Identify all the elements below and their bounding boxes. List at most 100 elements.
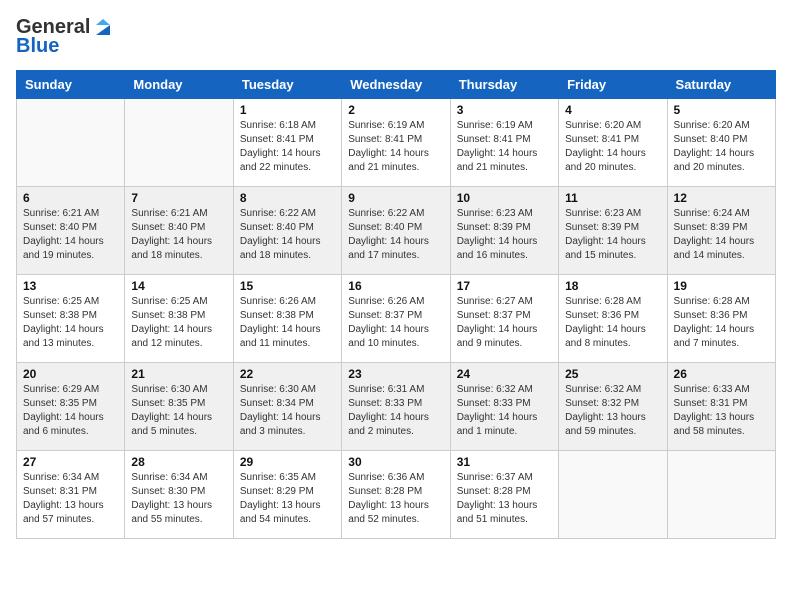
day-number: 21 <box>131 367 226 381</box>
logo-blue-text: Blue <box>16 35 59 58</box>
day-number: 27 <box>23 455 118 469</box>
day-info: Sunrise: 6:25 AMSunset: 8:38 PMDaylight:… <box>23 295 118 351</box>
page-header: General Blue <box>16 16 776 58</box>
calendar-day-cell: 15 Sunrise: 6:26 AMSunset: 8:38 PMDayligh… <box>233 275 341 363</box>
day-number: 6 <box>23 191 118 205</box>
day-number: 22 <box>240 367 335 381</box>
day-info: Sunrise: 6:26 AMSunset: 8:37 PMDaylight:… <box>348 295 443 351</box>
day-info: Sunrise: 6:35 AMSunset: 8:29 PMDaylight:… <box>240 471 335 527</box>
calendar-day-cell <box>125 99 233 187</box>
calendar-week-row: 6 Sunrise: 6:21 AMSunset: 8:40 PMDaylight… <box>17 187 776 275</box>
day-number: 12 <box>674 191 769 205</box>
day-number: 7 <box>131 191 226 205</box>
day-info: Sunrise: 6:23 AMSunset: 8:39 PMDaylight:… <box>457 207 552 263</box>
calendar-day-cell: 8 Sunrise: 6:22 AMSunset: 8:40 PMDaylight… <box>233 187 341 275</box>
day-info: Sunrise: 6:31 AMSunset: 8:33 PMDaylight:… <box>348 383 443 439</box>
calendar-day-cell: 1 Sunrise: 6:18 AMSunset: 8:41 PMDaylight… <box>233 99 341 187</box>
calendar-week-row: 20Sunrise: 6:29 AMSunset: 8:35 PMDayligh… <box>17 363 776 451</box>
day-info: Sunrise: 6:22 AMSunset: 8:40 PMDaylight:… <box>348 207 443 263</box>
day-info: Sunrise: 6:19 AMSunset: 8:41 PMDaylight:… <box>457 119 552 175</box>
calendar-day-cell <box>17 99 125 187</box>
day-info: Sunrise: 6:21 AMSunset: 8:40 PMDaylight:… <box>23 207 118 263</box>
day-info: Sunrise: 6:36 AMSunset: 8:28 PMDaylight:… <box>348 471 443 527</box>
calendar-day-cell: 17 Sunrise: 6:27 AMSunset: 8:37 PMDayligh… <box>450 275 558 363</box>
day-header-thursday: Thursday <box>450 71 558 99</box>
day-info: Sunrise: 6:37 AMSunset: 8:28 PMDaylight:… <box>457 471 552 527</box>
calendar-day-cell: 23 Sunrise: 6:31 AMSunset: 8:33 PMDayligh… <box>342 363 450 451</box>
day-number: 17 <box>457 279 552 293</box>
calendar-day-cell: 18 Sunrise: 6:28 AMSunset: 8:36 PMDayligh… <box>559 275 667 363</box>
calendar-day-cell: 2 Sunrise: 6:19 AMSunset: 8:41 PMDaylight… <box>342 99 450 187</box>
day-info: Sunrise: 6:24 AMSunset: 8:39 PMDaylight:… <box>674 207 769 263</box>
day-number: 14 <box>131 279 226 293</box>
calendar-day-cell: 28Sunrise: 6:34 AMSunset: 8:30 PMDayligh… <box>125 451 233 539</box>
calendar-day-cell: 19Sunrise: 6:28 AMSunset: 8:36 PMDayligh… <box>667 275 775 363</box>
day-header-friday: Friday <box>559 71 667 99</box>
calendar-day-cell: 3 Sunrise: 6:19 AMSunset: 8:41 PMDaylight… <box>450 99 558 187</box>
day-number: 13 <box>23 279 118 293</box>
calendar-day-cell: 12 Sunrise: 6:24 AMSunset: 8:39 PMDayligh… <box>667 187 775 275</box>
calendar-day-cell: 29 Sunrise: 6:35 AMSunset: 8:29 PMDayligh… <box>233 451 341 539</box>
day-number: 29 <box>240 455 335 469</box>
day-info: Sunrise: 6:23 AMSunset: 8:39 PMDaylight:… <box>565 207 660 263</box>
day-number: 8 <box>240 191 335 205</box>
day-number: 2 <box>348 103 443 117</box>
day-info: Sunrise: 6:26 AMSunset: 8:38 PMDaylight:… <box>240 295 335 351</box>
day-info: Sunrise: 6:27 AMSunset: 8:37 PMDaylight:… <box>457 295 552 351</box>
calendar-day-cell: 26Sunrise: 6:33 AMSunset: 8:31 PMDayligh… <box>667 363 775 451</box>
day-number: 5 <box>674 103 769 117</box>
day-number: 10 <box>457 191 552 205</box>
day-header-monday: Monday <box>125 71 233 99</box>
day-info: Sunrise: 6:32 AMSunset: 8:33 PMDaylight:… <box>457 383 552 439</box>
day-info: Sunrise: 6:20 AMSunset: 8:40 PMDaylight:… <box>674 119 769 175</box>
calendar-day-cell: 31Sunrise: 6:37 AMSunset: 8:28 PMDayligh… <box>450 451 558 539</box>
calendar-week-row: 1 Sunrise: 6:18 AMSunset: 8:41 PMDaylight… <box>17 99 776 187</box>
day-info: Sunrise: 6:30 AMSunset: 8:34 PMDaylight:… <box>240 383 335 439</box>
calendar-day-cell: 9 Sunrise: 6:22 AMSunset: 8:40 PMDaylight… <box>342 187 450 275</box>
day-number: 16 <box>348 279 443 293</box>
calendar-day-cell: 11 Sunrise: 6:23 AMSunset: 8:39 PMDayligh… <box>559 187 667 275</box>
day-header-wednesday: Wednesday <box>342 71 450 99</box>
day-number: 11 <box>565 191 660 205</box>
day-number: 30 <box>348 455 443 469</box>
calendar-day-cell: 4Sunrise: 6:20 AMSunset: 8:41 PMDaylight… <box>559 99 667 187</box>
day-number: 24 <box>457 367 552 381</box>
day-info: Sunrise: 6:28 AMSunset: 8:36 PMDaylight:… <box>674 295 769 351</box>
day-info: Sunrise: 6:22 AMSunset: 8:40 PMDaylight:… <box>240 207 335 263</box>
day-number: 18 <box>565 279 660 293</box>
day-header-saturday: Saturday <box>667 71 775 99</box>
day-info: Sunrise: 6:21 AMSunset: 8:40 PMDaylight:… <box>131 207 226 263</box>
calendar-day-cell <box>667 451 775 539</box>
day-number: 23 <box>348 367 443 381</box>
day-info: Sunrise: 6:34 AMSunset: 8:30 PMDaylight:… <box>131 471 226 527</box>
calendar-day-cell: 22 Sunrise: 6:30 AMSunset: 8:34 PMDayligh… <box>233 363 341 451</box>
day-info: Sunrise: 6:18 AMSunset: 8:41 PMDaylight:… <box>240 119 335 175</box>
calendar-day-cell: 7 Sunrise: 6:21 AMSunset: 8:40 PMDaylight… <box>125 187 233 275</box>
calendar-header-row: SundayMondayTuesdayWednesdayThursdayFrid… <box>17 71 776 99</box>
day-number: 26 <box>674 367 769 381</box>
calendar-day-cell: 30 Sunrise: 6:36 AMSunset: 8:28 PMDayligh… <box>342 451 450 539</box>
day-info: Sunrise: 6:30 AMSunset: 8:35 PMDaylight:… <box>131 383 226 439</box>
day-number: 9 <box>348 191 443 205</box>
day-number: 4 <box>565 103 660 117</box>
calendar-day-cell: 5 Sunrise: 6:20 AMSunset: 8:40 PMDaylight… <box>667 99 775 187</box>
day-number: 15 <box>240 279 335 293</box>
calendar-day-cell: 10 Sunrise: 6:23 AMSunset: 8:39 PMDayligh… <box>450 187 558 275</box>
day-info: Sunrise: 6:19 AMSunset: 8:41 PMDaylight:… <box>348 119 443 175</box>
day-info: Sunrise: 6:34 AMSunset: 8:31 PMDaylight:… <box>23 471 118 527</box>
calendar-day-cell: 14Sunrise: 6:25 AMSunset: 8:38 PMDayligh… <box>125 275 233 363</box>
calendar-day-cell: 6 Sunrise: 6:21 AMSunset: 8:40 PMDaylight… <box>17 187 125 275</box>
calendar-day-cell: 24 Sunrise: 6:32 AMSunset: 8:33 PMDayligh… <box>450 363 558 451</box>
day-info: Sunrise: 6:28 AMSunset: 8:36 PMDaylight:… <box>565 295 660 351</box>
day-number: 25 <box>565 367 660 381</box>
day-number: 1 <box>240 103 335 117</box>
calendar-day-cell: 21 Sunrise: 6:30 AMSunset: 8:35 PMDayligh… <box>125 363 233 451</box>
day-info: Sunrise: 6:32 AMSunset: 8:32 PMDaylight:… <box>565 383 660 439</box>
day-header-tuesday: Tuesday <box>233 71 341 99</box>
day-number: 3 <box>457 103 552 117</box>
calendar-day-cell <box>559 451 667 539</box>
calendar-day-cell: 25 Sunrise: 6:32 AMSunset: 8:32 PMDayligh… <box>559 363 667 451</box>
logo-icon <box>92 17 114 39</box>
calendar-day-cell: 16 Sunrise: 6:26 AMSunset: 8:37 PMDayligh… <box>342 275 450 363</box>
calendar-day-cell: 13 Sunrise: 6:25 AMSunset: 8:38 PMDayligh… <box>17 275 125 363</box>
